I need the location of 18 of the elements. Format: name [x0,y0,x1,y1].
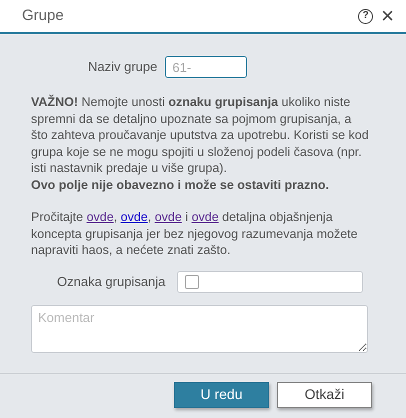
cancel-button[interactable]: Otkaži [277,382,372,408]
link[interactable]: ovde [120,210,148,224]
warning-text: VAŽNO! Nemojte unosti oznaku grupisanja ukoliko niste spremni da se detaljno upoznate sa pojmom grupisanja, a što zahteva proučavanje uputstva za upotrebu. Koristi se kod grupa koje se ne mogu spojiti u složenoj podeli časova (npr. isti nastavnik predaje u više grupa). [31,94,369,176]
window-title: Grupe [22,6,64,26]
note-text: Ovo polje nije obavezno i može se ostaviti prazno. [31,176,330,193]
link[interactable]: ovde [86,210,114,224]
grouping-field[interactable] [177,270,364,292]
link[interactable]: ovde [192,210,219,224]
field-label: Oznaka grupisanja [57,272,166,291]
comment-field[interactable]: Komentar [31,304,368,352]
link[interactable]: ovde [154,210,182,224]
info-text: Pročitajte ovde, ovde, ovde i ovde detaljna objašnjenja koncepta grupisanja jer bez njegovog razumevanja možete napraviti haos, a nećete znati zašto. [31,209,359,258]
close-button[interactable]: × [381,5,394,27]
ok-button[interactable]: U redu [174,382,269,408]
checkbox[interactable] [185,274,200,288]
group-name-field[interactable]: 61- [165,56,248,78]
help-button[interactable]: ? [358,8,374,24]
field-label: Naziv grupe [88,58,158,76]
